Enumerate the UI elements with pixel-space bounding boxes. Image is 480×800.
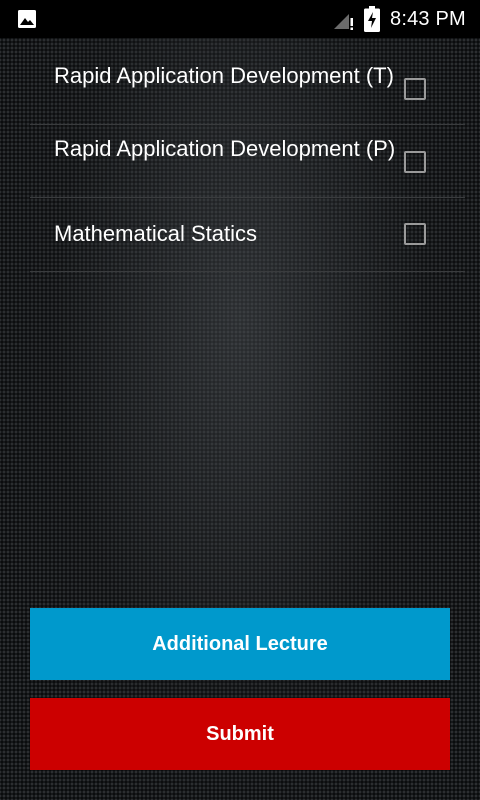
course-label: Rapid Application Development (P) xyxy=(54,136,396,161)
course-row[interactable]: Mathematical Statics xyxy=(30,198,465,272)
submit-button[interactable]: Submit xyxy=(30,698,450,770)
additional-lecture-button[interactable]: Additional Lecture xyxy=(30,608,450,680)
course-checkbox[interactable] xyxy=(404,223,426,245)
course-checkbox[interactable] xyxy=(404,151,426,173)
status-bar: 8:43 PM xyxy=(0,0,480,38)
course-row[interactable]: Rapid Application Development (P) xyxy=(30,125,465,198)
course-label: Mathematical Statics xyxy=(54,221,257,246)
course-list: Rapid Application Development (T) Rapid … xyxy=(30,52,465,272)
app-screen: 8:43 PM Rapid Application Development (T… xyxy=(0,0,480,800)
course-row[interactable]: Rapid Application Development (T) xyxy=(30,52,465,125)
course-checkbox[interactable] xyxy=(404,78,426,100)
status-time: 8:43 PM xyxy=(390,8,466,30)
course-label: Rapid Application Development (T) xyxy=(54,63,394,88)
battery-charging-icon xyxy=(364,6,380,32)
signal-no-data-icon xyxy=(334,14,353,30)
image-icon xyxy=(18,10,36,28)
